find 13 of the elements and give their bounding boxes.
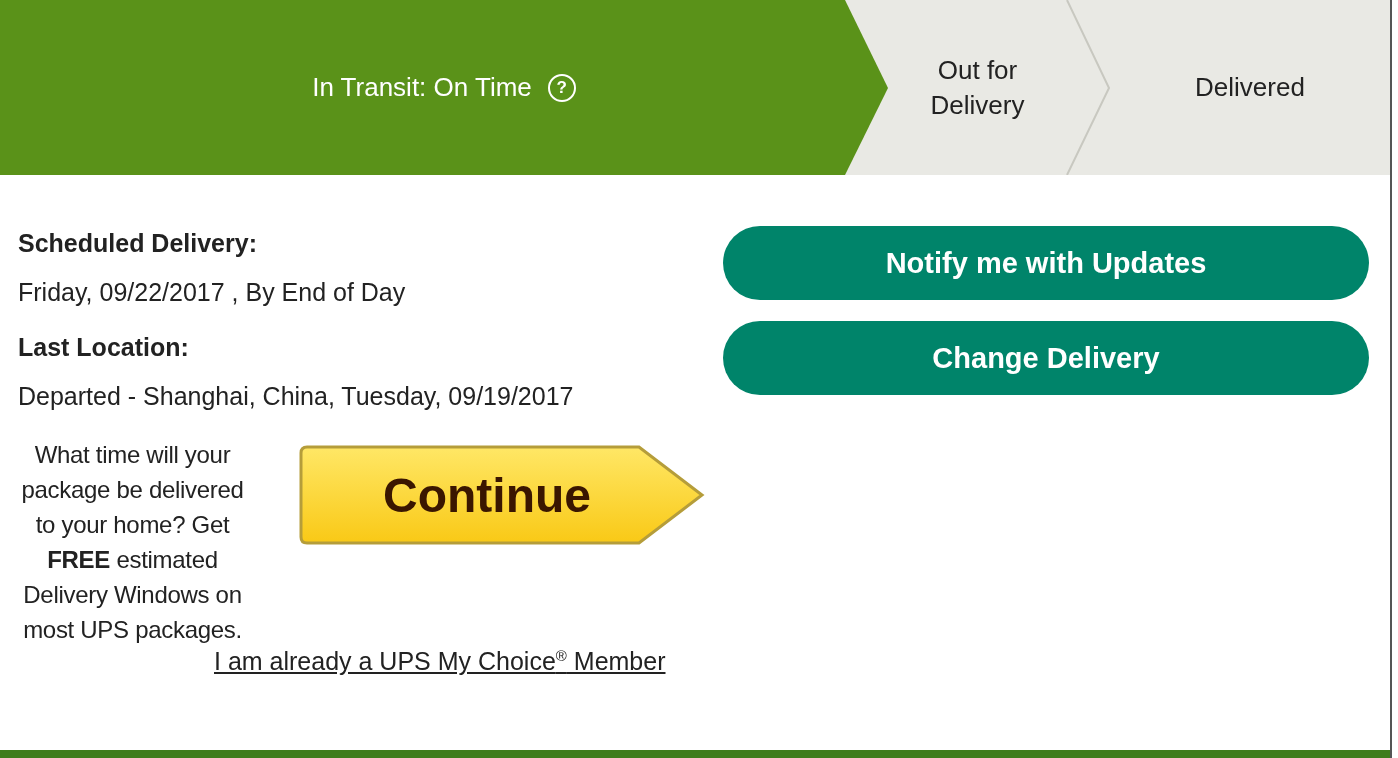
member-link[interactable]: I am already a UPS My Choice$^{®}$ Member bbox=[214, 647, 666, 677]
help-icon[interactable]: ? bbox=[547, 73, 576, 102]
detail-value: Friday, 09/22/2017 , By End of Day bbox=[18, 278, 407, 307]
detail-value: Departed - Shanghai, China, Tuesday, 09/19/2017 bbox=[18, 382, 575, 411]
detail-label: Scheduled Delivery: bbox=[18, 229, 258, 258]
step-label: In Transit: On Time bbox=[312, 72, 532, 103]
detail-label: Last Location: bbox=[18, 333, 190, 362]
action-button[interactable]: Notify me with Updates bbox=[723, 226, 1369, 300]
action-button[interactable]: Change Delivery bbox=[723, 321, 1369, 395]
continue-button[interactable]: Continue bbox=[299, 445, 705, 545]
progress-step: Out for Delivery bbox=[845, 0, 1066, 175]
progress-step: Delivered bbox=[1110, 0, 1390, 175]
promo-text: What time will your package be delivered to your home? Get FREE estimated Delivery Windows on most UPS packages. bbox=[20, 440, 245, 645]
